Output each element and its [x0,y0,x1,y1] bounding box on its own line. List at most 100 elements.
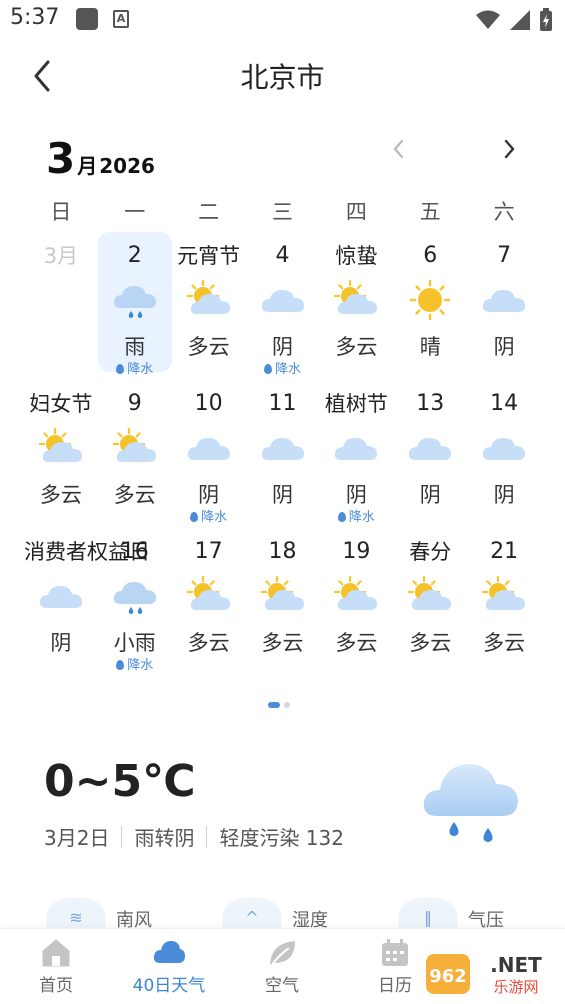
weekday-label: 日 [50,200,72,224]
tab-label: 首页 [39,976,73,996]
precipitation-badge: 降水 [172,510,246,526]
cloud-icon [409,438,452,460]
svg-text:962: 962 [429,966,467,987]
day-label: 4 [275,243,290,268]
weather-text: 多云 [187,335,230,359]
precipitation-label: 降水 [348,510,375,525]
weekday-label: 二 [198,200,220,224]
leaf-icon [270,941,295,967]
day-label: 11 [268,391,297,416]
precipitation-label: 降水 [127,362,154,377]
weather-text: 阴 [493,335,515,359]
battery-icon [540,8,552,31]
day-label: 2 [127,243,142,268]
calendar-day[interactable]: 9 多云 [98,380,172,520]
calendar-week-row: 3月 2 雨降水 元宵节 多云 4 阴降水 惊蛰 多云 6 晴 7 阴 [24,232,541,380]
water-drop-icon [116,660,125,670]
calendar-day-selected[interactable]: 2 雨降水 [97,232,172,377]
cloud-icon [261,290,304,312]
day-label: 19 [342,539,371,564]
next-month-button[interactable] [496,134,522,164]
wifi-icon [476,10,500,29]
weather-text: 多云 [261,631,304,655]
weekday-label: 一 [124,200,146,224]
calendar-day[interactable]: 14 阴 [467,380,541,520]
watermark-logo: 962 .NET 乐游网 [426,953,542,996]
day-summary: 3月2日 雨转阴 轻度污染 132 [44,822,344,851]
calendar-grid: 3月 2 雨降水 元宵节 多云 4 阴降水 惊蛰 多云 6 晴 7 阴妇女节 多云 9 多云 10 阴降水 11 阴植… [24,232,541,676]
notification-keyboard-icon: A [113,10,129,28]
day-label: 植树节 [324,392,388,416]
calendar-day[interactable]: 17 多云 [172,528,246,668]
calendar-day[interactable]: 21 多云 [467,528,541,668]
calendar-day[interactable]: 7阴 [467,232,541,372]
metric-label: 湿度 [292,910,328,930]
tab-40-day-weather[interactable]: 40日天气 [119,929,219,1004]
app-header: 北京市 [0,48,565,104]
precipitation-badge: 降水 [98,362,172,378]
partly-cloudy-icon [112,428,156,462]
precipitation-badge: 降水 [319,510,393,526]
month-label: 3 月 2026 [46,134,155,183]
status-time: 5:37 [10,5,60,30]
weather-text: 晴 [419,335,441,359]
divider [121,825,123,848]
day-label: 21 [490,539,519,564]
humidity-icon: ^ [222,898,282,930]
system-icons [475,8,553,32]
rain-cloud-icon [423,764,518,842]
detail-weather: 雨转阴 [134,826,195,850]
weekday-label: 三 [272,200,293,224]
metrics-strip: ≋ 南风 ^ 湿度 ‖ 气压 [0,898,565,930]
day-label: 春分 [409,540,452,564]
weekday-label: 六 [493,200,515,224]
sun-icon [409,280,451,320]
svg-text:.NET: .NET [490,953,542,977]
day-label: 16 [120,539,149,564]
weather-text: 阴 [272,483,293,507]
calendar-day[interactable]: 妇女节 多云 [24,380,98,520]
cloud-icon [187,438,230,460]
calendar-day[interactable]: 消费者权益日阴 [24,528,150,668]
svg-text:乐游网: 乐游网 [493,978,538,996]
weekday-header: 日 一 二 三 四 五 六 [24,196,541,226]
weekday-label: 四 [345,200,367,224]
metric-humidity: ^ 湿度 [222,898,328,930]
cloud-icon [335,438,378,460]
day-label: 6 [423,243,438,268]
calendar-day[interactable]: 19 多云 [319,528,393,668]
calendar-day[interactable]: 4 阴降水 [246,232,320,377]
calendar-day[interactable]: 13 阴 [393,380,467,520]
day-label: 17 [194,539,223,564]
weekday-label: 五 [419,200,441,224]
weather-text: 多云 [113,483,156,507]
calendar-day[interactable]: 11 阴 [246,380,320,520]
calendar-day[interactable]: 惊蛰 多云 [319,232,393,372]
weather-text: 多云 [187,631,230,655]
prev-month-button[interactable] [386,134,412,164]
water-drop-icon [190,512,199,522]
partly-cloudy-icon [186,576,230,610]
calendar-day[interactable]: 18 多云 [246,528,320,668]
calendar-day[interactable]: 元宵节 多云 [172,232,246,372]
weather-text: 小雨 [113,631,156,655]
weather-text: 阴 [493,483,515,507]
water-drop-icon [116,364,125,374]
detail-air-quality: 轻度污染 132 [219,826,344,850]
calendar-day[interactable]: 6晴 [393,232,467,372]
calendar-day[interactable]: 16 小雨 降水 [98,528,172,673]
calendar-day[interactable]: 10 阴降水 [172,380,246,525]
metric-label: 气压 [468,910,504,930]
rain-cloud-icon [113,582,156,614]
metric-label: 南风 [116,910,152,930]
page-dot-active [268,702,280,708]
weather-text: 阴 [345,483,367,507]
metric-wind: ≋ 南风 [46,898,152,930]
calendar-day[interactable]: 植树节阴降水 [319,380,393,525]
cloud-icon [153,941,185,963]
calendar-day[interactable]: 春分 多云 [393,528,467,668]
home-icon [42,939,70,967]
tab-air[interactable]: 空气 [232,929,332,1004]
day-label: 10 [194,391,223,416]
tab-home[interactable]: 首页 [6,929,106,1004]
